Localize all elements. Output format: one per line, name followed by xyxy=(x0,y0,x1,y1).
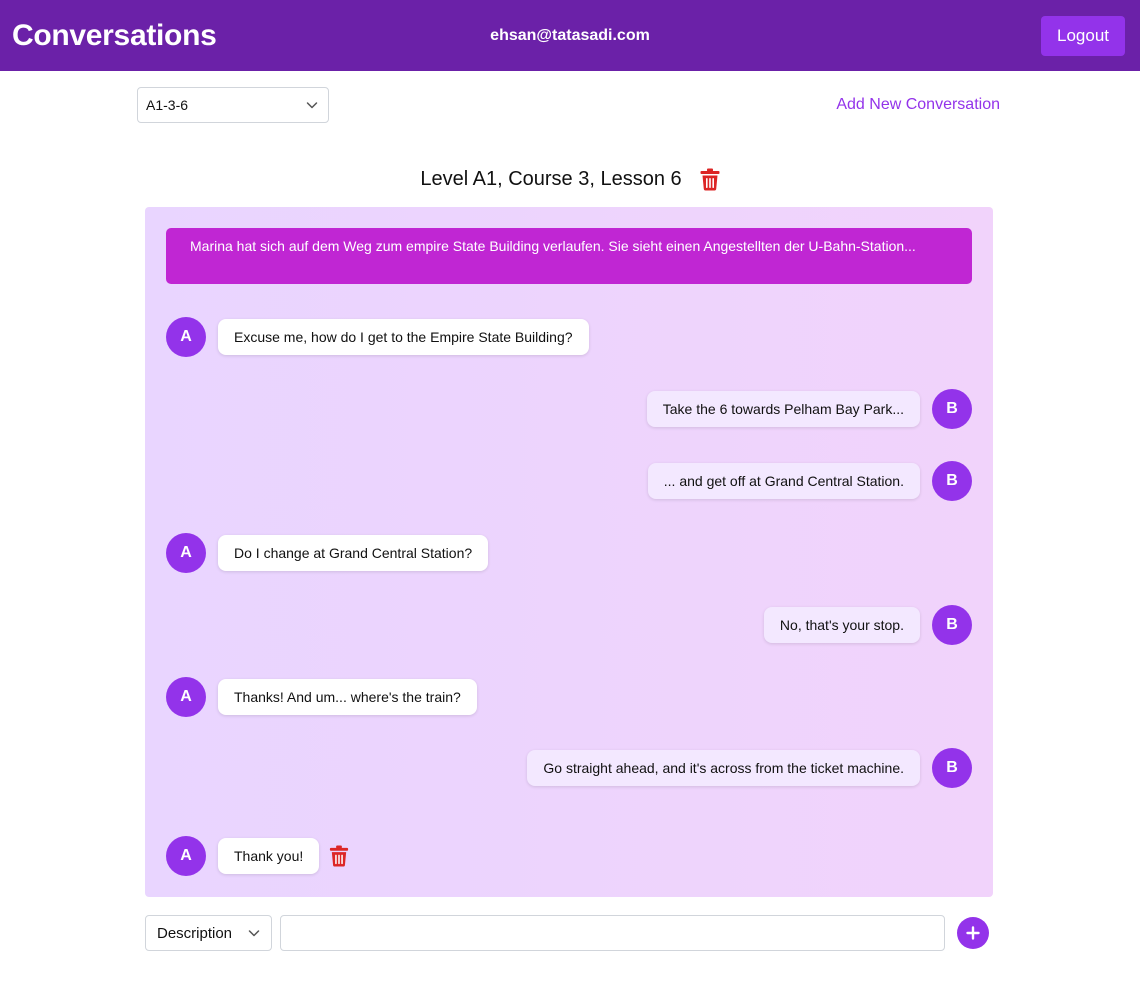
message-composer: Description xyxy=(145,915,991,951)
message-row: No, that's your stop. B xyxy=(166,605,972,645)
avatar: B xyxy=(932,461,972,501)
plus-icon xyxy=(966,926,980,940)
message-bubble[interactable]: No, that's your stop. xyxy=(763,607,920,643)
chevron-down-icon xyxy=(306,102,318,109)
message-bubble[interactable]: Excuse me, how do I get to the Empire St… xyxy=(218,319,589,355)
avatar: A xyxy=(166,836,206,876)
avatar: B xyxy=(932,605,972,645)
avatar: B xyxy=(932,748,972,788)
message-bubble[interactable]: Thanks! And um... where's the train? xyxy=(218,679,477,715)
message-bubble[interactable]: Go straight ahead, and it's across from … xyxy=(527,750,920,786)
message-bubble[interactable]: Thank you! xyxy=(218,838,320,874)
message-row: A Do I change at Grand Central Station? xyxy=(166,533,972,573)
delete-message-trash-icon[interactable] xyxy=(329,845,349,867)
message-row: Take the 6 towards Pelham Bay Park... B xyxy=(166,389,972,429)
message-type-select-value: Description xyxy=(157,924,233,942)
conversation-select[interactable]: A1-3-6 xyxy=(137,87,329,123)
message-row: ... and get off at Grand Central Station… xyxy=(166,461,972,501)
message-row: A Thank you! xyxy=(166,836,972,876)
avatar: B xyxy=(932,389,972,429)
message-row: Go straight ahead, and it's across from … xyxy=(166,748,972,788)
message-row: A Excuse me, how do I get to the Empire … xyxy=(166,317,972,357)
avatar: A xyxy=(166,317,206,357)
lesson-title: Level A1, Course 3, Lesson 6 xyxy=(420,167,682,190)
message-bubble[interactable]: Take the 6 towards Pelham Bay Park... xyxy=(646,391,920,427)
message-bubble[interactable]: Do I change at Grand Central Station? xyxy=(218,535,489,571)
lesson-header: Level A1, Course 3, Lesson 6 xyxy=(0,165,1140,193)
message-text-input[interactable] xyxy=(280,915,945,951)
add-new-conversation-link[interactable]: Add New Conversation xyxy=(836,96,1000,114)
delete-conversation-trash-icon[interactable] xyxy=(700,168,720,191)
chat-panel: Marina hat sich auf dem Weg zum empire S… xyxy=(145,207,993,897)
avatar: A xyxy=(166,677,206,717)
avatar: A xyxy=(166,533,206,573)
message-type-select[interactable]: Description xyxy=(145,915,272,951)
chevron-down-icon xyxy=(248,930,260,937)
logout-button[interactable]: Logout xyxy=(1041,15,1125,56)
top-bar: Conversations ehsan@tatasadi.com Logout xyxy=(0,0,1140,71)
message-bubble[interactable]: ... and get off at Grand Central Station… xyxy=(647,463,920,499)
scene-description: Marina hat sich auf dem Weg zum empire S… xyxy=(166,228,972,284)
message-row: A Thanks! And um... where's the train? xyxy=(166,677,972,717)
add-message-button[interactable] xyxy=(957,917,989,949)
conversation-select-value: A1-3-6 xyxy=(146,97,189,113)
app-title: Conversations xyxy=(12,18,217,52)
